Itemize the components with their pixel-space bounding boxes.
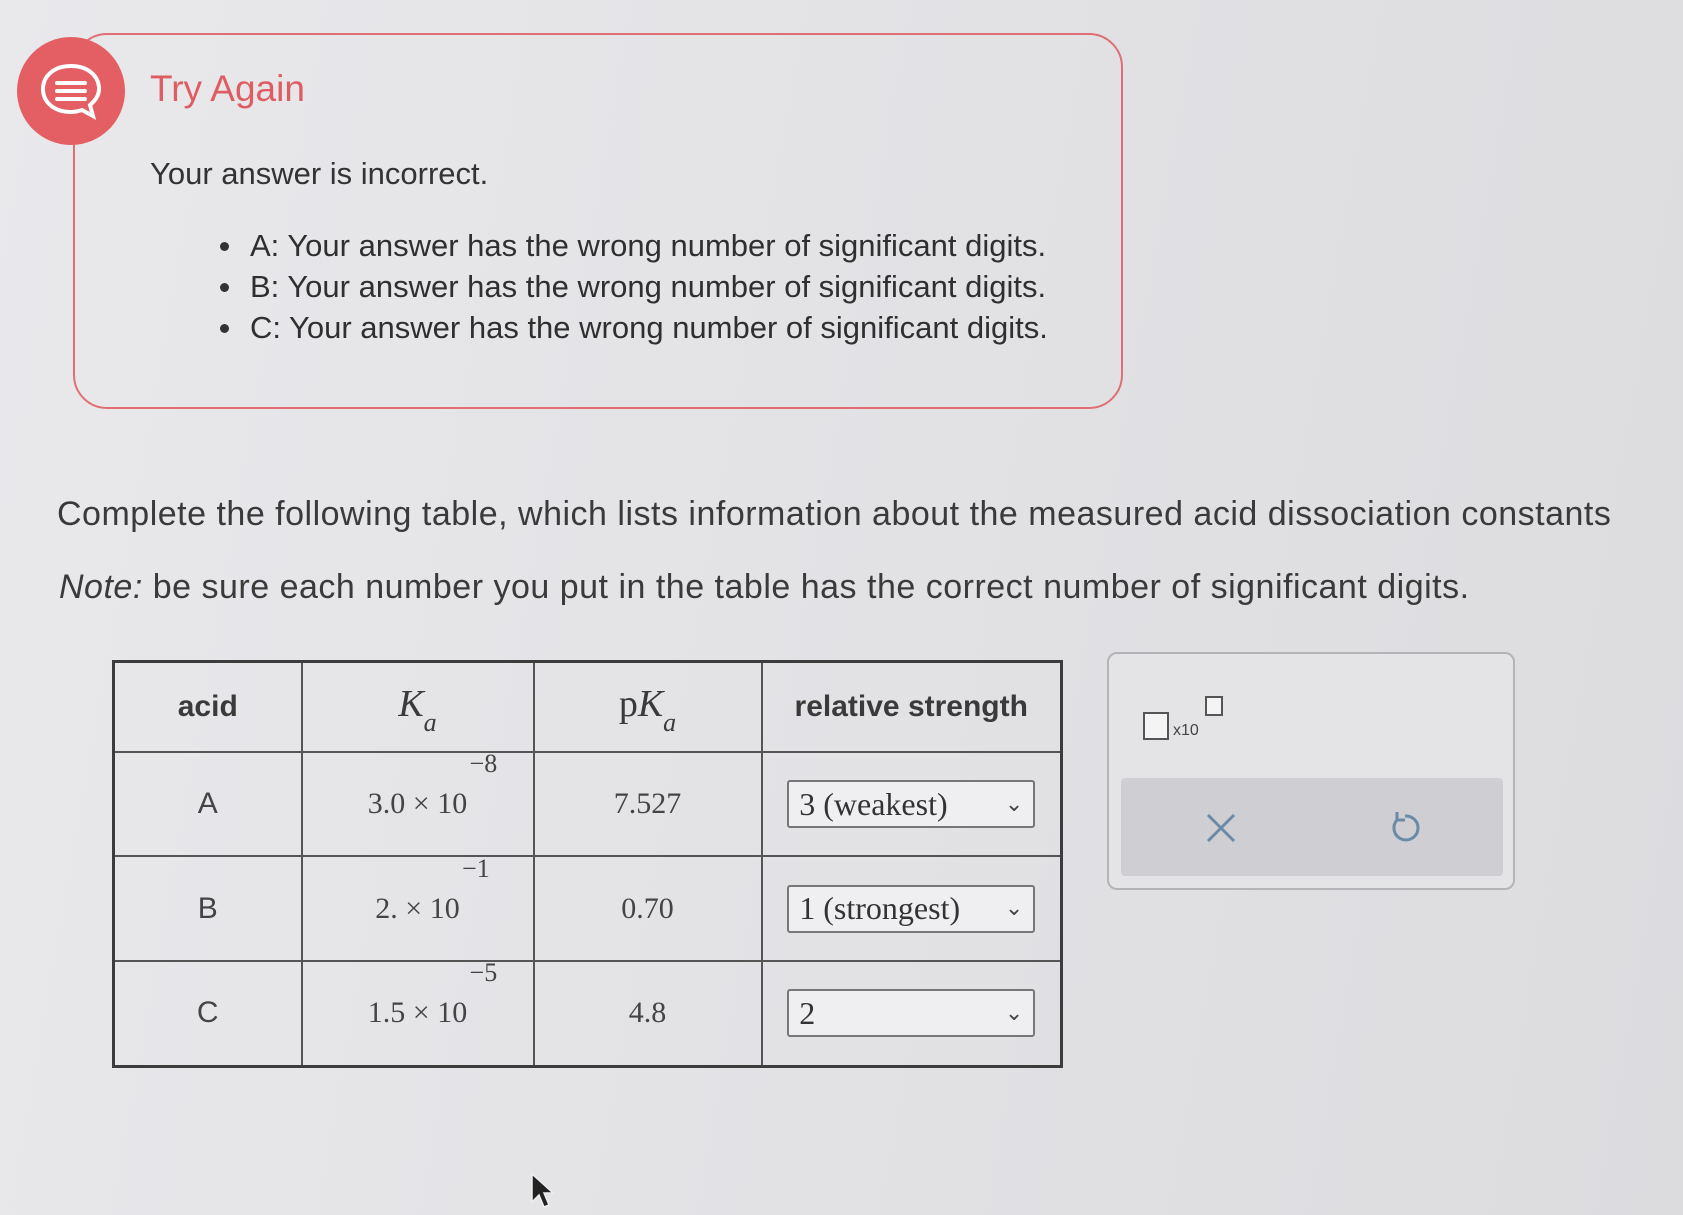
tool-palette: x10	[1107, 652, 1515, 890]
ka-input[interactable]: 1.5 × 10 −5	[300, 958, 535, 1068]
ka-exponent: −5	[469, 958, 498, 988]
x10-label: x10	[1173, 722, 1199, 739]
header-strength: relative strength	[760, 660, 1063, 753]
ka-input[interactable]: 3.0 × 10 −8	[300, 749, 535, 858]
pka-input[interactable]: 0.70	[532, 855, 763, 962]
chat-bubble-icon	[17, 37, 125, 145]
strength-select[interactable]: 1 (strongest) ⌄	[787, 884, 1036, 933]
header-row: acid Ka pKa relative strength	[112, 660, 1063, 753]
strength-select[interactable]: 2 ⌄	[787, 989, 1036, 1038]
chevron-down-icon: ⌄	[1004, 1000, 1024, 1026]
ka-mantissa: 3.0 × 10	[367, 787, 468, 821]
header-pka-symbol: K	[637, 683, 664, 726]
strength-cell: 3 (weakest) ⌄	[760, 750, 1063, 858]
acid-table: acid Ka pKa relative strength A 3.0 × 10…	[112, 660, 1063, 1068]
note-label: Note:	[59, 568, 143, 606]
tool-action-bar	[1121, 778, 1503, 876]
table-row: A 3.0 × 10 −8 7.527 3 (weakest) ⌄	[112, 749, 1063, 858]
header-ka: Ka	[300, 660, 535, 753]
pka-input[interactable]: 7.527	[532, 750, 763, 858]
acid-cell: C	[112, 959, 303, 1068]
strength-select[interactable]: 3 (weakest) ⌄	[787, 780, 1036, 829]
scientific-notation-icon[interactable]: x10	[1143, 696, 1233, 746]
acid-cell: A	[112, 750, 303, 858]
feedback-title: Try Again	[150, 68, 305, 109]
strength-cell: 1 (strongest) ⌄	[760, 855, 1063, 962]
feedback-list: A: Your answer has the wrong number of s…	[212, 225, 1048, 348]
undo-icon[interactable]	[1375, 798, 1435, 858]
feedback-message: Your answer is incorrect.	[150, 156, 489, 191]
header-ka-subscript: a	[423, 707, 437, 737]
feedback-item-a: A: Your answer has the wrong number of s…	[212, 225, 1048, 266]
chevron-down-icon: ⌄	[1004, 896, 1024, 922]
chevron-down-icon: ⌄	[1004, 791, 1024, 817]
header-pka-subscript: a	[663, 707, 677, 737]
header-ka-symbol: K	[398, 683, 424, 726]
header-pka: pKa	[532, 660, 763, 753]
strength-cell: 2 ⌄	[760, 959, 1063, 1068]
instructions: Complete the following table, which list…	[57, 495, 1612, 533]
mouse-cursor-icon	[531, 1172, 555, 1208]
pka-input[interactable]: 4.8	[532, 959, 763, 1068]
ka-mantissa: 2. × 10	[375, 891, 460, 925]
ka-mantissa: 1.5 × 10	[367, 996, 468, 1030]
strength-value: 3 (weakest)	[799, 785, 948, 822]
ka-input[interactable]: 2. × 10 −1	[300, 853, 535, 962]
table-row: B 2. × 10 −1 0.70 1 (strongest) ⌄	[112, 853, 1063, 962]
ka-exponent: −8	[469, 749, 498, 779]
table-row: C 1.5 × 10 −5 4.8 2 ⌄	[112, 958, 1063, 1068]
note-text: be sure each number you put in the table…	[142, 568, 1470, 606]
mantissa-box	[1143, 712, 1169, 740]
strength-value: 2	[799, 994, 816, 1031]
feedback-item-c: C: Your answer has the wrong number of s…	[212, 307, 1048, 348]
close-icon[interactable]	[1191, 798, 1251, 858]
header-acid: acid	[112, 660, 303, 753]
note: Note: be sure each number you put in the…	[59, 568, 1470, 607]
strength-value: 1 (strongest)	[799, 890, 961, 927]
ka-exponent: −1	[462, 853, 490, 883]
exponent-box	[1205, 696, 1223, 716]
header-pka-prefix: p	[618, 683, 638, 726]
feedback-item-b: B: Your answer has the wrong number of s…	[212, 266, 1048, 307]
acid-cell: B	[112, 855, 303, 962]
